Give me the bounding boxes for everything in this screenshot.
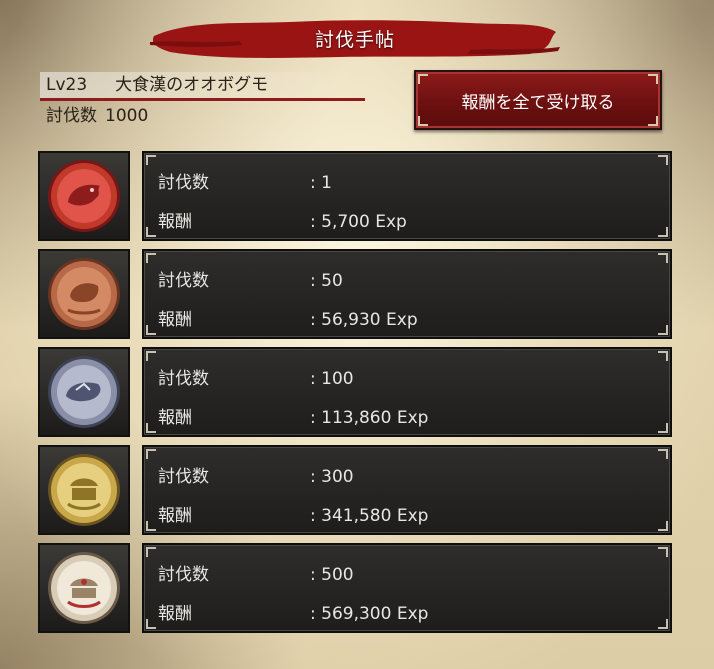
reward-value: : 569,300 Exp (310, 604, 429, 624)
frame-corner (658, 253, 668, 263)
frame-corner (146, 547, 156, 557)
medal-frame (38, 249, 130, 339)
kill-count-label: 討伐数 (158, 271, 209, 291)
reward-line: 報酬 : 569,300 Exp (158, 599, 428, 624)
reward-value: : 341,580 Exp (310, 506, 429, 526)
reward-panel: 討伐数 : 50 報酬 : 56,930 Exp (142, 249, 672, 339)
kill-count-label: 討伐数 (158, 369, 209, 389)
kill-count-line: 討伐数 : 1 (158, 168, 332, 193)
reward-label: 報酬 (158, 506, 192, 526)
frame-corner (648, 74, 658, 84)
reward-line: 報酬 : 341,580 Exp (158, 501, 428, 526)
kill-count-line: 討伐数 : 500 (158, 560, 354, 585)
target-count-label: 討伐数 (46, 106, 97, 126)
target-level: Lv23 (46, 75, 88, 95)
frame-corner (658, 351, 668, 361)
reward-panel: 討伐数 : 1 報酬 : 5,700 Exp (142, 151, 672, 241)
frame-corner (658, 155, 668, 165)
kill-count-label: 討伐数 (158, 173, 209, 193)
claim-all-rewards-button[interactable]: 報酬を全て受け取る (414, 70, 662, 130)
kill-count-value: : 50 (310, 271, 343, 291)
medal-frame (38, 543, 130, 633)
frame-corner (648, 116, 658, 126)
kill-count-line: 討伐数 : 100 (158, 364, 354, 389)
kill-count-value: : 500 (310, 565, 354, 585)
reward-panel: 討伐数 : 500 報酬 : 569,300 Exp (142, 543, 672, 633)
reward-panel: 討伐数 : 100 報酬 : 113,860 Exp (142, 347, 672, 437)
target-info: Lv23 大食漢のオオボグモ 討伐数 1000 (40, 72, 365, 131)
frame-corner (658, 423, 668, 433)
target-count: 1000 (105, 106, 149, 126)
reward-line: 報酬 : 56,930 Exp (158, 305, 418, 330)
frame-corner (146, 155, 156, 165)
frame-corner (658, 521, 668, 531)
target-count-line: 討伐数 1000 (40, 101, 365, 131)
target-name-line: Lv23 大食漢のオオボグモ (40, 72, 365, 101)
reward-row: 討伐数 : 100 報酬 : 113,860 Exp (38, 347, 672, 439)
frame-corner (146, 325, 156, 335)
reward-row: 討伐数 : 1 報酬 : 5,700 Exp (38, 151, 672, 243)
target-name: 大食漢のオオボグモ (115, 75, 269, 95)
platinum-medal-icon (48, 552, 120, 624)
frame-corner (146, 423, 156, 433)
frame-corner (658, 227, 668, 237)
bronze-medal-icon (48, 258, 120, 330)
reward-line: 報酬 : 113,860 Exp (158, 403, 428, 428)
kill-count-line: 討伐数 : 50 (158, 266, 343, 291)
medal-frame (38, 347, 130, 437)
kill-count-label: 討伐数 (158, 565, 209, 585)
frame-corner (146, 449, 156, 459)
title-banner: 討伐手帖 (150, 14, 560, 62)
frame-corner (418, 116, 428, 126)
kill-count-value: : 1 (310, 173, 332, 193)
reward-label: 報酬 (158, 310, 192, 330)
frame-corner (146, 253, 156, 263)
kill-count-label: 討伐数 (158, 467, 209, 487)
frame-corner (658, 325, 668, 335)
medal-frame (38, 445, 130, 535)
frame-corner (658, 449, 668, 459)
page-title: 討伐手帖 (314, 28, 395, 51)
reward-row: 討伐数 : 500 報酬 : 569,300 Exp (38, 543, 672, 635)
red-medal-icon (48, 160, 120, 232)
reward-label: 報酬 (158, 604, 192, 624)
frame-corner (658, 547, 668, 557)
kill-count-value: : 300 (310, 467, 354, 487)
frame-corner (146, 351, 156, 361)
frame-corner (146, 227, 156, 237)
frame-corner (418, 74, 428, 84)
reward-label: 報酬 (158, 212, 192, 232)
gold-medal-icon (48, 454, 120, 526)
reward-value: : 113,860 Exp (310, 408, 429, 428)
reward-label: 報酬 (158, 408, 192, 428)
reward-row: 討伐数 : 50 報酬 : 56,930 Exp (38, 249, 672, 341)
reward-panel: 討伐数 : 300 報酬 : 341,580 Exp (142, 445, 672, 535)
reward-value: : 56,930 Exp (310, 310, 418, 330)
reward-line: 報酬 : 5,700 Exp (158, 207, 407, 232)
reward-row: 討伐数 : 300 報酬 : 341,580 Exp (38, 445, 672, 537)
medal-frame (38, 151, 130, 241)
reward-value: : 5,700 Exp (310, 212, 407, 232)
frame-corner (658, 619, 668, 629)
silver-medal-icon (48, 356, 120, 428)
kill-count-line: 討伐数 : 300 (158, 462, 354, 487)
frame-corner (146, 521, 156, 531)
claim-all-rewards-label: 報酬を全て受け取る (461, 92, 615, 113)
frame-corner (146, 619, 156, 629)
kill-count-value: : 100 (310, 369, 354, 389)
